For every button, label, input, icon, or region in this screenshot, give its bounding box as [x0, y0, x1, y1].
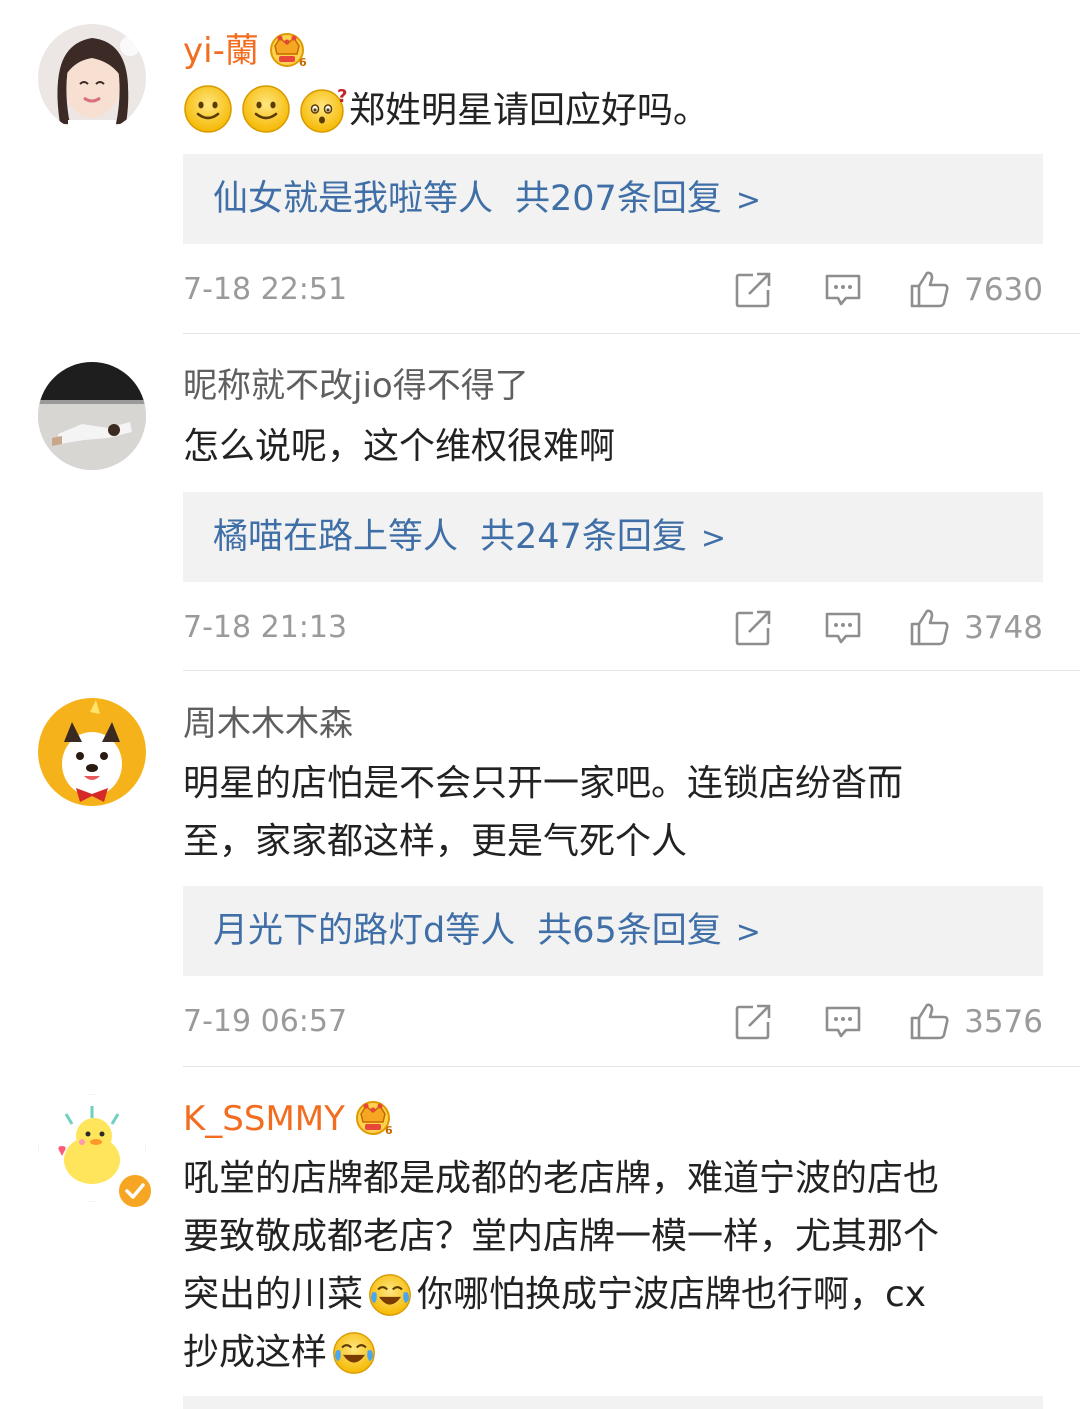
replies-link[interactable]	[183, 1396, 1043, 1409]
replies-users: 月光下的路灯d等人	[213, 911, 516, 951]
share-icon[interactable]	[735, 272, 773, 308]
comment-meta: 7-18 22:51 7630	[183, 270, 1043, 310]
like-count: 3576	[964, 1004, 1043, 1040]
thumbs-up-icon[interactable]	[910, 270, 950, 308]
timestamp: 7-19 06:57	[183, 1004, 348, 1039]
comment-meta: 7-19 06:57 3576	[183, 1002, 1043, 1042]
username[interactable]: yi-蘭	[183, 28, 307, 73]
share-icon[interactable]	[735, 1004, 773, 1040]
comment-body-fragment: 抄成这样	[183, 1332, 328, 1373]
laugh-cry-emoji	[367, 1272, 413, 1318]
thumbs-up-icon[interactable]	[910, 608, 950, 646]
replies-link[interactable]: 橘喵在路上等人 共247条回复 >	[183, 492, 1043, 582]
laugh-cry-emoji	[331, 1330, 377, 1376]
divider	[183, 1066, 1080, 1067]
username-text[interactable]: 周木木木森	[183, 704, 353, 744]
doubt-emoji	[299, 84, 349, 134]
replies-link[interactable]: 月光下的路灯d等人 共65条回复 >	[183, 886, 1043, 976]
vip-crown-icon	[353, 1096, 393, 1136]
comment-body-fragment: 突出的川菜	[183, 1274, 364, 1315]
username[interactable]: K_SSMMY	[183, 1096, 393, 1141]
username-text[interactable]: K_SSMMY	[183, 1099, 345, 1139]
replies-count: 共207条回复	[515, 179, 722, 219]
chevron-right-icon: >	[700, 521, 726, 556]
avatar[interactable]	[38, 1094, 154, 1210]
timestamp: 7-18 22:51	[183, 272, 348, 307]
comment-text: 郑姓明星请回应好吗。	[183, 82, 1043, 140]
comment-text: 吼堂的店牌都是成都的老店牌，难道宁波的店也 要致敬成都老店？堂内店牌一模一样，尤…	[183, 1150, 1043, 1382]
avatar[interactable]	[38, 24, 146, 132]
comment-body: 怎么说呢，这个维权很难啊	[183, 426, 616, 467]
chevron-right-icon: >	[735, 915, 761, 950]
like-count: 7630	[964, 272, 1043, 308]
comment-icon[interactable]	[824, 1004, 862, 1040]
comment-icon[interactable]	[824, 272, 862, 308]
comment-body-line: 至，家家都这样，更是气死个人	[183, 821, 688, 862]
comment-text: 怎么说呢，这个维权很难啊	[183, 418, 1043, 476]
replies-count: 共65条回复	[537, 911, 722, 951]
comment-body-line: 吼堂的店牌都是成都的老店牌，难道宁波的店也	[183, 1158, 940, 1199]
like-count: 3748	[964, 610, 1043, 646]
smile-emoji	[183, 84, 233, 134]
comment-body-line: 明星的店怕是不会只开一家吧。连锁店纷沓而	[183, 763, 904, 804]
thumbs-up-icon[interactable]	[910, 1002, 950, 1040]
username-text[interactable]: 昵称就不改jio得不得了	[183, 366, 529, 406]
comment-text: 明星的店怕是不会只开一家吧。连锁店纷沓而 至，家家都这样，更是气死个人	[183, 755, 1043, 871]
replies-count: 共247条回复	[480, 517, 687, 557]
username-text[interactable]: yi-蘭	[183, 31, 259, 71]
comment-body-line: 抄成这样	[183, 1324, 1043, 1382]
comment-body-line: 突出的川菜 你哪怕换成宁波店牌也行啊，cx	[183, 1266, 1043, 1324]
verified-badge-icon	[116, 1172, 154, 1210]
avatar[interactable]	[38, 698, 146, 806]
comment-body-line: 要致敬成都老店？堂内店牌一模一样，尤其那个	[183, 1216, 940, 1257]
share-icon[interactable]	[735, 610, 773, 646]
timestamp: 7-18 21:13	[183, 610, 348, 645]
username[interactable]: 周木木木森	[183, 702, 353, 746]
username[interactable]: 昵称就不改jio得不得了	[183, 364, 529, 408]
comment-icon[interactable]	[824, 610, 862, 646]
chevron-right-icon: >	[735, 183, 761, 218]
replies-users: 仙女就是我啦等人	[213, 179, 494, 219]
vip-crown-icon	[267, 28, 307, 68]
divider	[183, 333, 1080, 334]
comment-body-fragment: 你哪怕换成宁波店牌也行啊，cx	[417, 1274, 927, 1315]
divider	[183, 670, 1080, 671]
comment-body: 郑姓明星请回应好吗。	[349, 90, 710, 131]
avatar[interactable]	[38, 362, 146, 470]
replies-users: 橘喵在路上等人	[213, 517, 459, 557]
comment-meta: 7-18 21:13 3748	[183, 608, 1043, 648]
smile-emoji	[241, 84, 291, 134]
replies-link[interactable]: 仙女就是我啦等人 共207条回复 >	[183, 154, 1043, 244]
